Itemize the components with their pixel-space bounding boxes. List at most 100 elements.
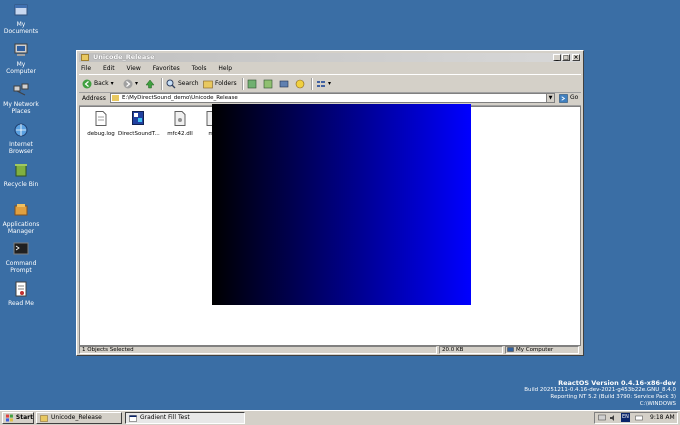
up-arrow-icon [145,79,155,89]
desktop-icon-label: Manager [7,228,35,235]
menu-edit[interactable]: Edit [103,65,115,72]
status-bar: 1 Objects Selected 20.0 KB My Computer [79,346,581,355]
desktop-icon-network[interactable]: My Network Places [2,82,40,115]
version-line: C:\WINDOWS [639,401,676,407]
copy-to-icon [263,79,273,89]
go-arrow-icon [559,93,568,103]
views-button[interactable]: ▾ [316,78,331,90]
my-documents-icon [14,4,28,16]
folder-icon [112,95,119,101]
window-title: Unicode_Release [93,53,155,61]
back-label: Back [94,80,109,87]
start-label: Start [15,414,33,421]
move-to-button[interactable] [247,78,257,90]
clock[interactable]: 9:18 AM [650,413,675,423]
maximize-button[interactable]: □ [562,54,570,61]
version-line: Build 20251211-0.4.16-dev-2021-g453b22e.… [524,387,676,393]
desktop-icon-label: Browser [8,148,34,155]
forward-arrow-icon [123,79,133,89]
desktop-icon-my-documents[interactable]: My Documents [2,2,40,35]
desktop-icon-internet-browser[interactable]: Internet Browser [2,122,40,155]
internet-browser-icon [14,123,28,137]
go-button[interactable]: Go [559,93,578,103]
status-location-label: My Computer [516,347,554,353]
toolbar-separator [311,78,313,90]
dll-file-icon [174,111,186,126]
move-to-icon [247,79,257,89]
folder-icon [40,414,48,422]
desktop-icon-label: My Network [3,101,39,108]
folders-button[interactable]: Folders [203,78,237,90]
search-label: Search [178,80,199,87]
toolbar: Back ▾ ▾ Search Folders ▾ [79,74,581,93]
desktop-icon-label: Prompt [10,267,32,274]
address-label: Address [82,95,106,102]
delete-icon [279,80,289,88]
start-button[interactable]: Start [2,412,34,424]
status-size: 20.0 KB [439,346,503,354]
desktop-icon-label: Documents [3,28,39,35]
delete-button[interactable] [279,78,289,90]
status-location: My Computer [505,346,579,354]
desktop-icon-label: Command [5,260,37,267]
chevron-down-icon: ▾ [328,80,332,87]
taskbar-button-unicode-release[interactable]: Unicode_Release [36,412,122,424]
chevron-down-icon: ▾ [135,80,139,87]
desktop-icon-applications-manager[interactable]: Applications Manager [2,202,40,235]
speaker-icon[interactable] [609,414,617,422]
recycle-bin-icon [15,164,27,177]
desktop-icon-label: My [16,61,26,68]
file-item[interactable]: debug.log [81,111,121,138]
file-name: DirectSoundT... [118,131,160,137]
taskbar: Start Unicode_Release Gradient Fill Test… [0,410,680,425]
log-file-icon [95,111,107,126]
minimize-button[interactable]: _ [553,54,561,61]
search-button[interactable]: Search [166,78,199,90]
applications-manager-icon [14,204,28,216]
desktop-icon-label: Internet [9,141,33,148]
menu-favorites[interactable]: Favorites [153,65,180,72]
menu-view[interactable]: View [127,65,141,72]
network-icon[interactable] [598,414,606,422]
version-line: ReactOS Version 0.4.16-x86-dev [558,379,676,387]
gradient-fill-canvas [212,104,471,305]
forward-button[interactable]: ▾ [123,78,138,90]
language-indicator[interactable]: EN [621,413,630,422]
desktop-icon-command-prompt[interactable]: Command Prompt [2,241,40,274]
address-input[interactable]: E:\MyDirectSound_demo\Unicode_Release [110,93,551,103]
desktop-icon-label: Applications [2,221,40,228]
up-button[interactable] [145,78,155,90]
chevron-down-icon: ▾ [110,80,114,87]
menu-tools[interactable]: Tools [192,65,207,72]
command-prompt-icon [13,242,29,255]
menu-bar: File Edit View Favorites Tools Help [81,64,242,73]
folders-icon [203,80,213,89]
address-dropdown-button[interactable]: ▼ [546,93,555,103]
my-computer-icon [14,43,28,56]
keyboard-icon[interactable] [635,414,643,422]
menu-file[interactable]: File [81,65,91,72]
desktop-icon-my-computer[interactable]: My Computer [2,42,40,75]
desktop-icon-recycle-bin[interactable]: Recycle Bin [2,162,40,188]
taskbar-button-label: Gradient Fill Test [140,414,190,421]
desktop-icon-read-me[interactable]: Read Me [2,281,40,307]
network-places-icon [13,83,29,96]
close-button[interactable]: × [572,54,580,61]
taskbar-button-gradient-fill-test[interactable]: Gradient Fill Test [125,412,245,424]
undo-icon [295,79,305,89]
undo-button[interactable] [295,78,305,90]
file-name: debug.log [87,131,115,137]
exe-file-icon [132,111,144,125]
search-icon [166,79,176,89]
copy-to-button[interactable] [263,78,273,90]
version-info: ReactOS Version 0.4.16-x86-dev Build 202… [524,380,676,408]
folder-icon [81,54,89,61]
title-bar[interactable]: Unicode_Release _ □ × [79,53,581,62]
desktop-icon-label: My [16,21,26,28]
go-label: Go [570,94,579,101]
file-item[interactable]: DirectSoundT... [118,111,160,138]
menu-help[interactable]: Help [218,65,232,72]
desktop-icon-label: Computer [6,68,36,75]
back-button[interactable]: Back ▾ [82,78,114,90]
version-line: Reporting NT 5.2 (Build 3790: Service Pa… [550,394,676,400]
